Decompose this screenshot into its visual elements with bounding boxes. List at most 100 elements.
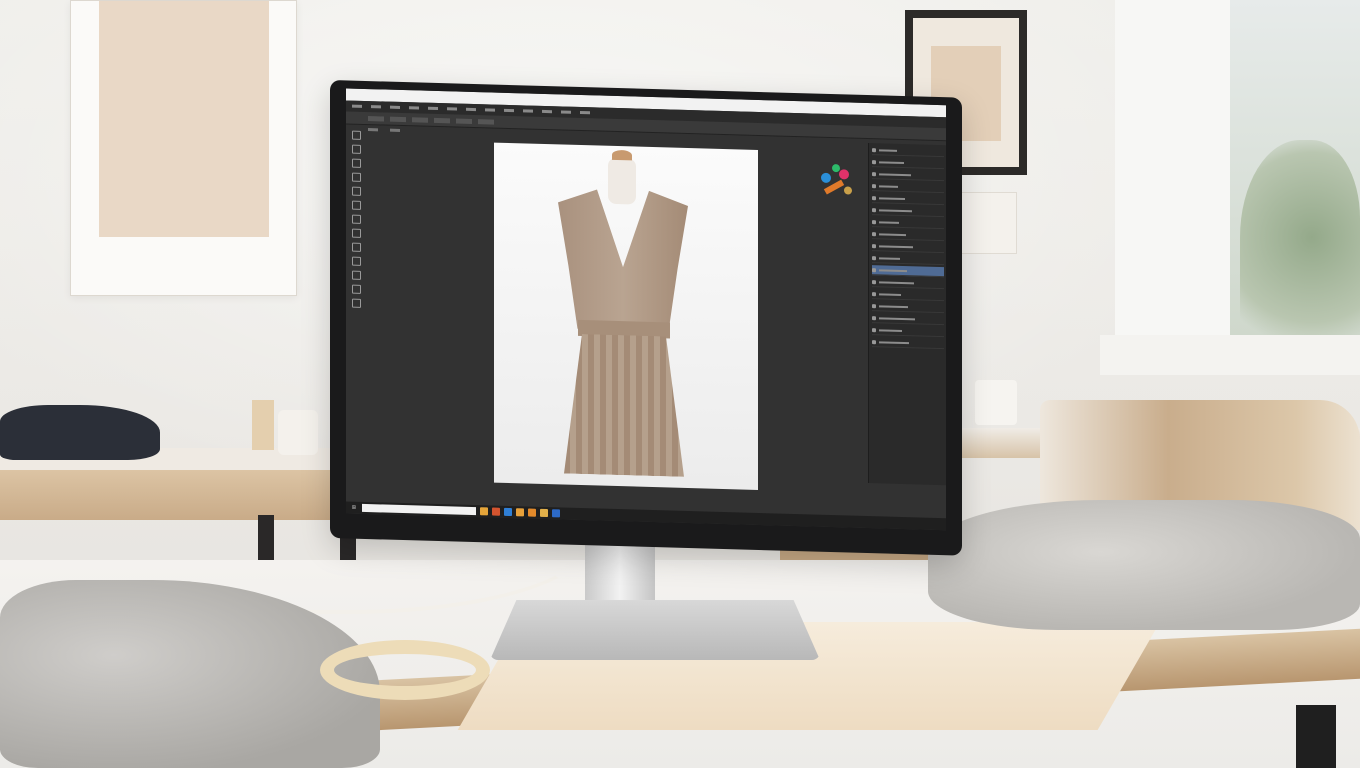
small-frame <box>955 192 1017 254</box>
window-sill <box>1100 335 1360 375</box>
layer-name <box>879 340 909 344</box>
option-control[interactable] <box>368 115 384 122</box>
wheel-swatch <box>832 164 840 173</box>
option-control[interactable] <box>434 117 450 123</box>
layer-name <box>879 316 915 320</box>
menu-item[interactable] <box>542 109 552 114</box>
layer-icon <box>872 279 876 284</box>
brush-tool-icon[interactable] <box>351 200 361 210</box>
mannequin-neck <box>608 157 636 205</box>
layer-row[interactable] <box>872 337 944 350</box>
document-tab[interactable] <box>368 128 378 132</box>
window <box>1115 0 1360 370</box>
dark-fabric <box>0 405 160 460</box>
option-control[interactable] <box>390 116 406 122</box>
layer-row[interactable] <box>872 277 944 290</box>
gradient-tool-icon[interactable] <box>351 242 361 252</box>
taskbar-app-icon[interactable] <box>516 508 524 517</box>
layer-icon <box>872 231 876 236</box>
layer-row[interactable] <box>872 145 944 158</box>
dress-bodice <box>558 188 688 332</box>
menu-item[interactable] <box>504 108 514 113</box>
tree <box>1240 140 1360 335</box>
menu-item[interactable] <box>371 105 381 109</box>
type-tool-icon[interactable] <box>351 270 361 280</box>
taskbar-app-icon[interactable] <box>540 508 548 518</box>
pen-tool-icon[interactable] <box>351 256 361 266</box>
layer-row[interactable] <box>872 169 944 182</box>
layer-name <box>879 292 901 296</box>
option-control[interactable] <box>412 116 428 123</box>
pen-cup <box>975 380 1017 425</box>
marquee-tool-icon[interactable] <box>351 144 361 154</box>
layer-name <box>879 208 912 212</box>
menu-item[interactable] <box>561 110 571 114</box>
eyedropper-tool-icon[interactable] <box>351 186 361 196</box>
layer-icon <box>872 183 876 188</box>
photo-scene: ⊞ <box>0 0 1360 768</box>
menu-item[interactable] <box>580 110 590 115</box>
menu-item[interactable] <box>428 106 438 111</box>
menu-item[interactable] <box>523 109 533 113</box>
crop-tool-icon[interactable] <box>351 172 361 182</box>
stamp-tool-icon[interactable] <box>351 214 361 224</box>
mannequin-cap <box>612 149 632 161</box>
layer-row[interactable] <box>872 157 944 170</box>
document-tab[interactable] <box>390 128 400 132</box>
menu-item[interactable] <box>352 104 362 108</box>
layer-name <box>879 304 908 308</box>
layer-icon <box>872 243 876 248</box>
color-wheel-icon[interactable] <box>816 160 856 201</box>
hand-tool-icon[interactable] <box>351 284 361 294</box>
wall-art-left <box>70 0 297 296</box>
monitor: ⊞ <box>330 80 962 556</box>
eraser-tool-icon[interactable] <box>351 228 361 238</box>
layer-icon <box>872 255 876 260</box>
menu-item[interactable] <box>409 106 419 110</box>
menu-item[interactable] <box>485 108 495 112</box>
layer-icon <box>872 291 876 296</box>
document-canvas[interactable] <box>494 142 758 490</box>
layer-name <box>879 256 900 260</box>
layer-row[interactable] <box>872 265 944 278</box>
taskbar-app-icon[interactable] <box>480 507 488 516</box>
layer-icon <box>872 147 876 152</box>
taskbar-app-icon[interactable] <box>504 507 512 517</box>
layer-name <box>879 184 898 188</box>
search-input[interactable] <box>362 503 476 516</box>
layer-row[interactable] <box>872 229 944 242</box>
cup <box>252 400 274 450</box>
layer-name <box>879 280 914 284</box>
layer-row[interactable] <box>872 253 944 266</box>
taskbar-app-icon[interactable] <box>492 507 500 516</box>
layer-row[interactable] <box>872 241 944 254</box>
menu-item[interactable] <box>447 107 457 111</box>
layer-name <box>879 268 907 272</box>
layer-row[interactable] <box>872 193 944 206</box>
start-icon[interactable]: ⊞ <box>350 504 358 511</box>
layer-row[interactable] <box>872 217 944 230</box>
taskbar: ⊞ <box>346 501 946 531</box>
layer-row[interactable] <box>872 325 944 338</box>
layer-icon <box>872 195 876 200</box>
option-control[interactable] <box>478 118 494 125</box>
layer-row[interactable] <box>872 289 944 302</box>
menu-item[interactable] <box>390 105 400 109</box>
option-control[interactable] <box>456 118 472 124</box>
taskbar-app-icon[interactable] <box>552 509 560 518</box>
measuring-tape <box>320 640 490 700</box>
taskbar-app-icon[interactable] <box>528 508 536 517</box>
layer-row[interactable] <box>872 205 944 218</box>
move-tool-icon[interactable] <box>351 130 361 140</box>
layer-row[interactable] <box>872 313 944 326</box>
layer-icon <box>872 339 876 344</box>
layer-row[interactable] <box>872 301 944 314</box>
zoom-tool-icon[interactable] <box>351 298 361 308</box>
menu-item[interactable] <box>466 107 476 112</box>
layer-icon <box>872 159 876 164</box>
layer-icon <box>872 303 876 308</box>
lasso-tool-icon[interactable] <box>351 158 361 168</box>
layer-row[interactable] <box>872 181 944 194</box>
back-desk <box>0 470 345 520</box>
layer-name <box>879 172 911 176</box>
